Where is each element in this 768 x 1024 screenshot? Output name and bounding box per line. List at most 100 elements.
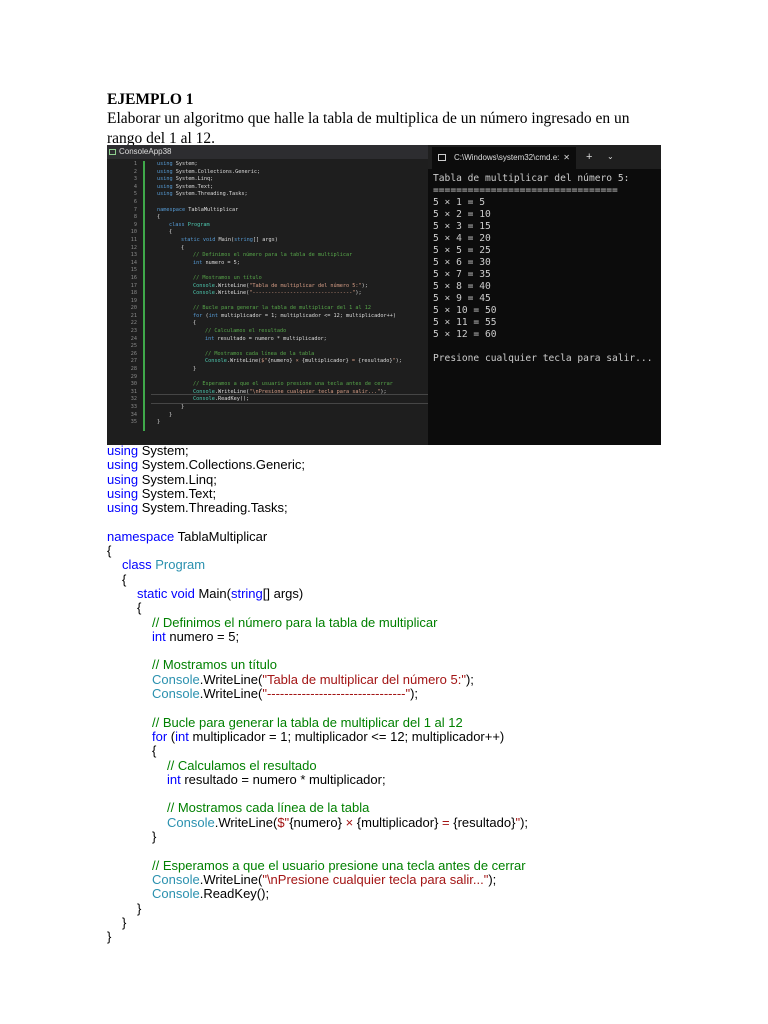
- editor-line: 35}: [107, 419, 428, 427]
- chevron-down-icon[interactable]: ⌄: [607, 145, 614, 169]
- code-token-plain: }: [137, 900, 142, 916]
- terminal-line: 5 × 10 = 50: [433, 305, 497, 316]
- editor-token-plain: {: [193, 320, 197, 327]
- editor-token-cmt: // Definimos el número para la tabla de …: [193, 252, 353, 259]
- editor-token-kw: void: [202, 236, 216, 243]
- editor-code: // Esperamos a que el usuario presione u…: [193, 381, 393, 387]
- editor-token-type: Console: [193, 290, 215, 297]
- editor-line: 32 Console.ReadKey();: [107, 396, 428, 404]
- terminal-tab[interactable]: C:\Windows\system32\cmd.e: ✕: [432, 147, 576, 169]
- code-token-plain: {: [107, 543, 112, 559]
- new-tab-icon[interactable]: +: [586, 145, 592, 169]
- code-token-plain: }: [122, 914, 127, 930]
- line-number: 13: [130, 252, 137, 259]
- code-token-kw: using: [107, 500, 139, 516]
- editor-code: // Bucle para generar la tabla de multip…: [193, 305, 371, 311]
- editor-code: class Program: [169, 222, 210, 228]
- code-token-plain: }: [107, 929, 112, 945]
- code-token-kw: using: [107, 457, 139, 473]
- line-number: 8: [133, 214, 137, 221]
- terminal-line: 5 × 9 = 45: [433, 293, 491, 304]
- code-line: int resultado = numero * multiplicador;: [107, 772, 528, 787]
- code-token-plain: (: [167, 728, 176, 744]
- editor-token-kw: using: [157, 168, 173, 175]
- editor-line: 8{: [107, 214, 428, 222]
- code-line: Console.WriteLine("Tabla de multiplicar …: [107, 672, 528, 687]
- terminal-line: 5 × 5 = 25: [433, 245, 491, 256]
- editor-token-cmt: // Calculamos el resultado: [205, 328, 287, 335]
- editor-token-kw: string: [234, 236, 253, 243]
- code-token-str: $": [277, 814, 290, 830]
- code-token-plain: System.Collections.Generic;: [138, 457, 305, 473]
- editor-line: 10 {: [107, 229, 428, 237]
- editor-code: }: [157, 419, 160, 425]
- editor-token-kw: int: [205, 335, 215, 342]
- editor-code: }: [181, 404, 184, 410]
- line-number: 32: [130, 396, 137, 403]
- editor-line: 7 namespace TablaMultiplicar: [107, 207, 428, 215]
- editor-token-kw: class: [169, 221, 185, 228]
- line-number: 12: [130, 244, 137, 251]
- editor-token-plain: .WriteLine(: [214, 290, 250, 297]
- editor-code: int numero = 5;: [193, 260, 240, 266]
- terminal-line: 5 × 4 = 20: [433, 233, 491, 244]
- editor-line: 26 // Mostramos cada línea de la tabla: [107, 351, 428, 359]
- line-number: 9: [133, 221, 137, 228]
- editor-line: 25: [107, 343, 428, 351]
- code-line: // Esperamos a que el usuario presione u…: [107, 857, 528, 873]
- line-number: 11: [130, 236, 137, 243]
- code-token-plain: TablaMultiplicar: [174, 528, 268, 544]
- code-token-plain: {: [152, 743, 157, 759]
- editor-code: {: [169, 229, 172, 235]
- code-line: class Program: [107, 558, 528, 572]
- editor-line: 21 for (int multiplicador = 1; multiplica…: [107, 313, 428, 321]
- code-token-kw: using: [107, 471, 139, 487]
- editor-token-str: =: [348, 358, 359, 365]
- terminal-icon: [438, 154, 446, 161]
- editor-token-str: "Tabla de multiplicar del número 5:": [249, 282, 362, 289]
- code-token-cmt: // Esperamos a que el usuario presione u…: [152, 857, 526, 873]
- editor-token-plain: [] args): [252, 236, 278, 243]
- line-number: 10: [130, 229, 137, 236]
- line-number: 22: [130, 320, 137, 327]
- editor-code: using System;: [157, 161, 198, 167]
- close-icon[interactable]: ✕: [563, 147, 570, 169]
- code-token-plain: );: [520, 814, 529, 830]
- editor-line: 24 int resultado = numero * multiplicador…: [107, 336, 428, 344]
- editor-token-kw: static: [181, 236, 200, 243]
- code-token-str: =: [438, 814, 454, 830]
- code-line: }: [107, 829, 528, 845]
- terminal-line: 5 × 7 = 35: [433, 269, 491, 280]
- editor-token-kw: using: [157, 183, 173, 190]
- editor-token-type: Console: [193, 396, 215, 403]
- editor-line: 16 // Mostramos un título: [107, 275, 428, 283]
- terminal-line: 5 × 6 = 30: [433, 257, 491, 268]
- editor-title-bar: ConsoleApp38: [107, 145, 428, 159]
- editor-token-kw: using: [157, 161, 173, 167]
- code-token-cmt: // Mostramos cada línea de la tabla: [167, 800, 370, 816]
- editor-token-plain: .WriteLine(: [214, 388, 250, 395]
- line-number: 26: [130, 350, 137, 357]
- editor-token-cmt: // Mostramos cada línea de la tabla: [205, 350, 315, 357]
- terminal-line: 5 × 1 = 5: [433, 197, 485, 208]
- editor-line: 11 static void Main(string[] args): [107, 237, 428, 245]
- code-line: // Calculamos el resultado: [107, 758, 528, 773]
- editor-code: using System.Collections.Generic;: [157, 169, 260, 175]
- editor-code: for (int multiplicador = 1; multiplicado…: [193, 313, 396, 319]
- code-line: using System;: [107, 443, 528, 458]
- code-token-type: Program: [155, 557, 206, 573]
- editor-line: 34}: [107, 412, 428, 420]
- line-number: 3: [133, 176, 137, 183]
- editor-line: 3 using System.Linq;: [107, 176, 428, 184]
- code-token-plain: }: [152, 829, 157, 845]
- editor-code: }: [169, 412, 172, 418]
- editor-line: 28}: [107, 366, 428, 374]
- editor-token-kw: for: [193, 312, 203, 319]
- code-token-kw: class: [122, 557, 152, 573]
- editor-code: Console.WriteLine("Tabla de multiplicar …: [193, 283, 368, 289]
- editor-token-plain: System.Collections.Generic;: [172, 168, 261, 175]
- code-token-plain: {multiplicador}: [356, 814, 439, 830]
- code-line: Console.WriteLine("---------------------…: [107, 686, 528, 701]
- editor-token-plain: );: [380, 388, 387, 395]
